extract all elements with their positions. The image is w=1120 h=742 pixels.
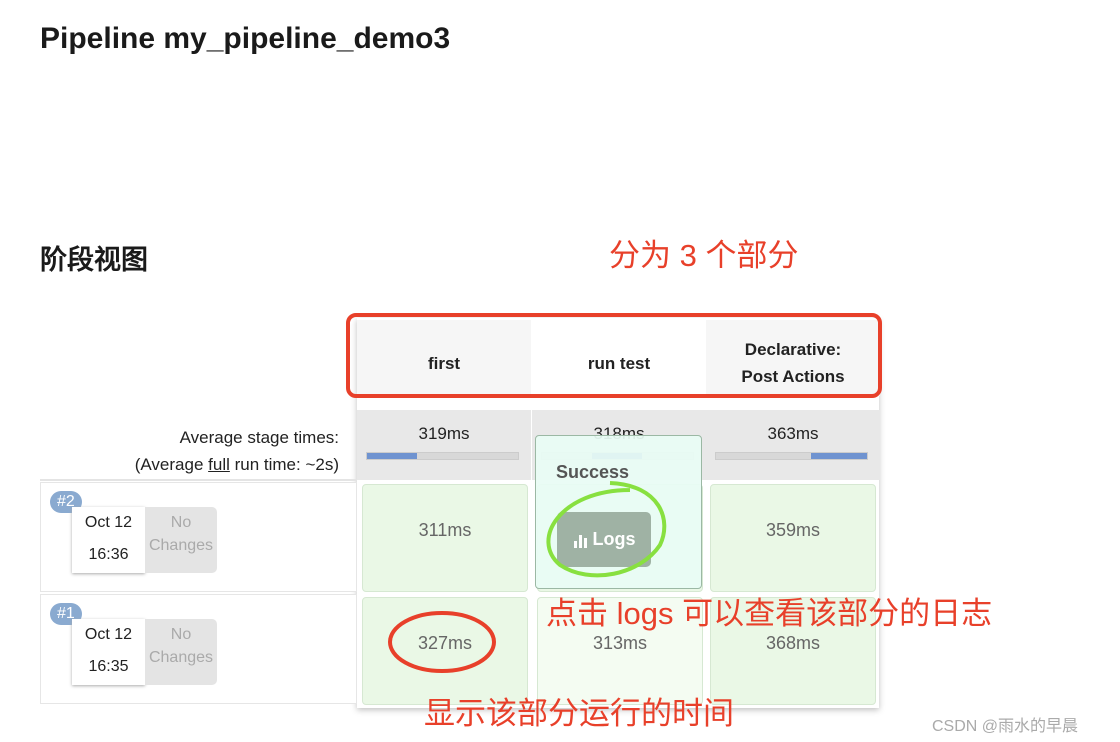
stage-header-highlight — [346, 313, 882, 398]
annotation-three-parts: 分为 3 个部分 — [609, 238, 799, 273]
annotation-time: 显示该部分运行的时间 — [424, 696, 734, 731]
annotation-logs: 点击 logs 可以查看该部分的日志 — [546, 596, 993, 631]
watermark: CSDN @雨水的早晨 — [932, 718, 1079, 735]
logs-highlight — [546, 481, 667, 578]
time-highlight — [388, 611, 496, 673]
